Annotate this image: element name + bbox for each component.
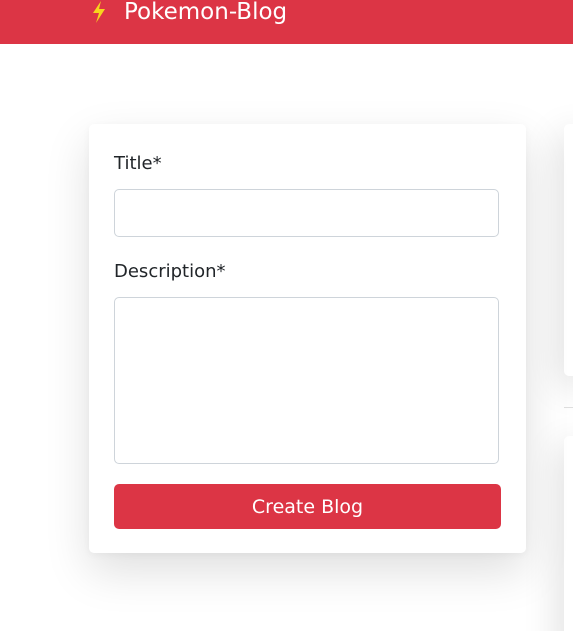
divider — [564, 407, 573, 408]
title-input[interactable] — [114, 189, 499, 237]
title-label: Title* — [114, 153, 162, 174]
page: Pokemon-Blog Title* Description* Create … — [0, 0, 573, 631]
side-card — [564, 436, 573, 631]
brand-title: Pokemon-Blog — [124, 0, 288, 25]
create-blog-card: Title* Description* Create Blog — [89, 124, 526, 553]
brand-link[interactable]: Pokemon-Blog — [88, 0, 287, 30]
lightning-bolt-icon — [88, 0, 110, 24]
side-card — [564, 124, 573, 376]
create-blog-button[interactable]: Create Blog — [114, 484, 501, 529]
description-textarea[interactable] — [114, 297, 499, 464]
description-label: Description* — [114, 261, 226, 282]
top-navbar: Pokemon-Blog — [0, 0, 573, 44]
